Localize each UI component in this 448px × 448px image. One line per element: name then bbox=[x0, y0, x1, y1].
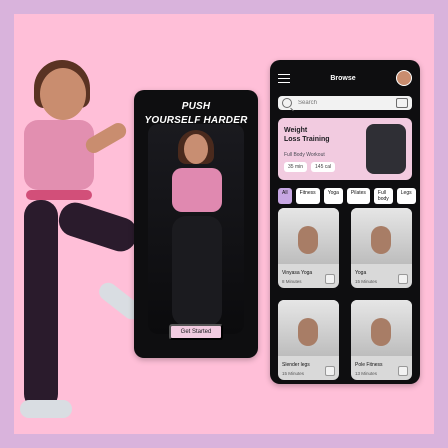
workout-card[interactable]: Vinyasa Yoga 8 Minutes bbox=[278, 208, 339, 288]
tag-pilates[interactable]: Pilates bbox=[346, 188, 370, 204]
tag-full-body[interactable]: Full body bbox=[373, 188, 393, 204]
workout-person bbox=[298, 226, 318, 254]
hero-leg-right bbox=[54, 198, 142, 256]
get-started-button[interactable]: Get Started bbox=[169, 324, 223, 340]
tag-yoga[interactable]: Yoga bbox=[323, 188, 343, 204]
workout-person bbox=[371, 226, 391, 254]
workout-card[interactable]: Yoga 15 Minutes bbox=[351, 208, 412, 288]
browse-title: Browse bbox=[330, 74, 356, 82]
workout-title: Yoga bbox=[355, 270, 367, 276]
search-icon bbox=[282, 98, 292, 108]
browse-topbar: Browse bbox=[278, 70, 412, 86]
workout-grid: Vinyasa Yoga 8 Minutes Yoga 15 Minutes S… bbox=[278, 208, 412, 380]
tag-all[interactable]: All bbox=[278, 188, 292, 204]
promo-title-line2: Loss Training bbox=[284, 136, 330, 143]
bookmark-icon[interactable] bbox=[398, 274, 408, 284]
avatar[interactable] bbox=[395, 70, 412, 86]
hero-shoe-left bbox=[20, 400, 72, 418]
welcome-athlete-top bbox=[172, 168, 222, 212]
welcome-athlete-legs bbox=[172, 216, 222, 326]
workout-person bbox=[298, 318, 318, 346]
promo-chips: 35 min 145 cal bbox=[284, 162, 336, 172]
workout-title: Slender legs bbox=[282, 362, 310, 368]
search-bar bbox=[278, 96, 412, 110]
category-tags: All Fitness Yoga Pilates Full body Legs bbox=[278, 188, 416, 204]
promo-chip-duration: 35 min bbox=[284, 162, 308, 172]
canvas: PUSH YOURSELF HARDER Get Started Browse … bbox=[0, 0, 448, 448]
workout-person bbox=[371, 318, 391, 346]
phone-browse-screen: Browse Weight Loss Training Full Body Wo… bbox=[270, 60, 420, 384]
workout-duration: 15 Minutes bbox=[282, 371, 305, 376]
welcome-headline-line1: PUSH bbox=[181, 101, 211, 112]
bookmark-icon[interactable] bbox=[398, 366, 408, 376]
promo-title-line1: Weight bbox=[284, 127, 308, 134]
welcome-athlete-face bbox=[184, 134, 208, 164]
promo-athlete-image bbox=[366, 124, 406, 174]
workout-card[interactable]: Slender legs 15 Minutes bbox=[278, 300, 339, 380]
workout-title: Vinyasa Yoga bbox=[282, 270, 313, 276]
search-input[interactable] bbox=[296, 99, 392, 107]
workout-card[interactable]: Pole Fitness 13 Minutes bbox=[351, 300, 412, 380]
phone-welcome-screen: PUSH YOURSELF HARDER Get Started bbox=[134, 90, 258, 358]
bookmark-icon[interactable] bbox=[325, 274, 335, 284]
promo-title: Weight Loss Training bbox=[284, 126, 330, 144]
filter-icon[interactable] bbox=[396, 98, 408, 108]
workout-duration: 8 Minutes bbox=[282, 279, 302, 284]
bookmark-icon[interactable] bbox=[325, 366, 335, 376]
hero-athlete-illustration bbox=[14, 60, 145, 432]
workout-duration: 13 Minutes bbox=[355, 371, 378, 376]
workout-duration: 15 Minutes bbox=[355, 279, 378, 284]
promo-card[interactable]: Weight Loss Training Full Body Workout 3… bbox=[278, 118, 412, 180]
promo-chip-calories: 145 cal bbox=[311, 162, 336, 172]
workout-title: Pole Fitness bbox=[355, 362, 383, 368]
menu-icon[interactable] bbox=[278, 73, 290, 83]
hero-torso bbox=[24, 120, 94, 190]
tag-fitness[interactable]: Fitness bbox=[295, 188, 320, 204]
hero-leg-left bbox=[24, 200, 58, 410]
hero-head bbox=[40, 68, 86, 120]
hero-waistband bbox=[26, 190, 92, 200]
welcome-athlete-image bbox=[148, 124, 244, 334]
tag-legs[interactable]: Legs bbox=[396, 188, 416, 204]
promo-subtitle: Full Body Workout bbox=[284, 152, 325, 158]
